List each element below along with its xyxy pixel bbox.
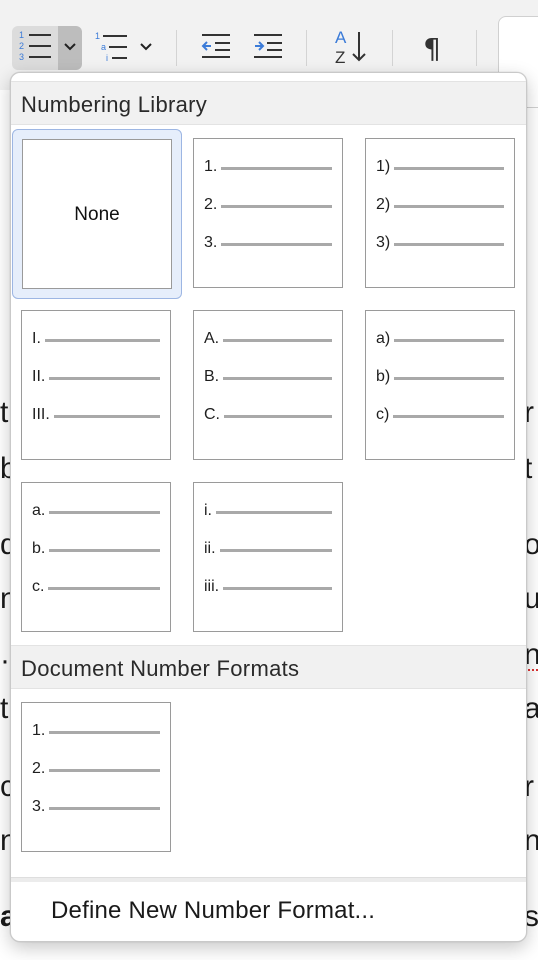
- tile-line: [221, 242, 332, 246]
- decrease-indent-button[interactable]: [196, 26, 236, 70]
- tile-number: III.: [32, 406, 50, 423]
- tile-line: [49, 730, 160, 734]
- number-format-tile[interactable]: a) b) c): [365, 310, 515, 460]
- tile-number: ii.: [204, 540, 216, 557]
- tile-number: iii.: [204, 578, 220, 595]
- tile-number: 2.: [32, 760, 46, 777]
- tile-line: [221, 166, 332, 170]
- tile-number: b.: [32, 540, 46, 557]
- numbering-library-header: Numbering Library: [11, 81, 526, 125]
- tile-line: [394, 338, 504, 342]
- svg-text:A: A: [335, 28, 347, 47]
- numbered-list-icon: 1 2 3: [16, 28, 54, 69]
- tile-number: 2.: [204, 196, 218, 213]
- number-format-tile[interactable]: a. b. c.: [21, 482, 171, 632]
- tile-number: 3.: [32, 798, 46, 815]
- increase-indent-button[interactable]: [248, 26, 288, 70]
- pilcrow-icon: ¶: [423, 31, 441, 65]
- number-format-tile[interactable]: A. B. C.: [193, 310, 343, 460]
- tile-line: [48, 586, 160, 590]
- svg-text:Z: Z: [335, 48, 345, 66]
- increase-indent-icon: [251, 31, 285, 66]
- svg-text:i: i: [106, 53, 108, 63]
- tile-number: 1): [376, 158, 391, 175]
- tile-line: [221, 204, 332, 208]
- tile-line: [44, 338, 160, 342]
- tile-line: [49, 510, 160, 514]
- numbering-dropdown-button[interactable]: [58, 26, 82, 70]
- tile-line: [216, 510, 332, 514]
- svg-text:a: a: [101, 42, 106, 52]
- tile-number: 1.: [32, 722, 46, 739]
- document-number-formats-header: Document Number Formats: [11, 645, 526, 689]
- multilevel-list-icon: 1 a i: [93, 28, 131, 69]
- toolbar-divider: [306, 30, 307, 66]
- tile-line: [219, 548, 332, 552]
- tile-line: [224, 414, 332, 418]
- tile-number: b): [376, 368, 391, 385]
- tile-line: [394, 166, 504, 170]
- number-format-tile[interactable]: i. ii. iii.: [193, 482, 343, 632]
- tile-line: [53, 414, 160, 418]
- svg-text:1: 1: [19, 30, 24, 40]
- document-text: t: [0, 396, 9, 429]
- tile-number: 3): [376, 234, 391, 251]
- tile-number: II.: [32, 368, 46, 385]
- toolbar-divider: [392, 30, 393, 66]
- number-format-tile[interactable]: 1) 2) 3): [365, 138, 515, 288]
- tile-number: c.: [32, 578, 45, 595]
- tile-line: [49, 376, 160, 380]
- decrease-indent-icon: [199, 31, 233, 66]
- tile-line: [394, 242, 504, 246]
- tile-line: [49, 768, 160, 772]
- numbering-dropdown-panel: Numbering Library None 1. 2. 3. 1) 2) 3)…: [10, 72, 527, 942]
- tile-number: i.: [204, 502, 212, 519]
- tile-line: [49, 548, 160, 552]
- number-format-tile[interactable]: 1. 2. 3.: [193, 138, 343, 288]
- tile-preview: None: [22, 139, 172, 289]
- number-format-tile-none[interactable]: None: [12, 129, 182, 299]
- tile-line: [49, 806, 160, 810]
- none-label: None: [74, 204, 120, 225]
- numbering-button[interactable]: 1 2 3: [12, 26, 58, 70]
- multilevel-dropdown-button[interactable]: [134, 26, 158, 70]
- define-new-number-format-item[interactable]: Define New Number Format...: [51, 897, 375, 925]
- tile-number: c): [376, 406, 390, 423]
- section-title: Numbering Library: [21, 92, 208, 117]
- sort-az-icon: A Z: [329, 26, 369, 71]
- tile-number: C.: [204, 406, 220, 423]
- svg-text:3: 3: [19, 52, 24, 62]
- tile-number: 2): [376, 196, 391, 213]
- tile-line: [393, 414, 504, 418]
- svg-text:1: 1: [95, 31, 100, 41]
- section-title: Document Number Formats: [21, 656, 300, 681]
- chevron-down-icon: [63, 39, 77, 57]
- tile-number: B.: [204, 368, 220, 385]
- tile-line: [223, 586, 332, 590]
- spelling-underline: [528, 666, 538, 671]
- document-text: t: [0, 692, 9, 725]
- tile-number: I.: [32, 330, 41, 347]
- tile-line: [223, 338, 332, 342]
- document-format-tile[interactable]: 1. 2. 3.: [21, 702, 171, 852]
- show-formatting-button[interactable]: ¶: [412, 26, 452, 70]
- tile-number: a.: [32, 502, 46, 519]
- multilevel-list-button[interactable]: 1 a i: [92, 26, 132, 70]
- tile-number: 1.: [204, 158, 218, 175]
- toolbar-divider: [176, 30, 177, 66]
- chevron-down-icon: [139, 39, 153, 57]
- number-format-tile[interactable]: I. II. III.: [21, 310, 171, 460]
- tile-line: [223, 376, 332, 380]
- tile-number: 3.: [204, 234, 218, 251]
- tile-number: A.: [204, 330, 220, 347]
- toolbar-divider: [476, 30, 477, 66]
- document-text: ·: [0, 644, 10, 677]
- svg-text:2: 2: [19, 41, 24, 51]
- tile-line: [394, 376, 504, 380]
- tile-number: a): [376, 330, 391, 347]
- sort-button[interactable]: A Z: [326, 26, 372, 70]
- menu-divider: [11, 877, 526, 882]
- tile-line: [394, 204, 504, 208]
